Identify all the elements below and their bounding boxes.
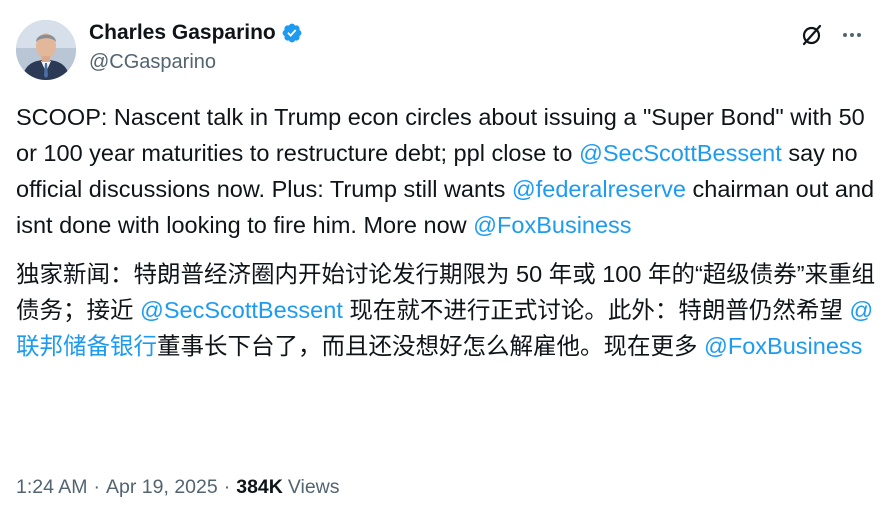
author-handle[interactable]: @CGasparino (89, 51, 216, 74)
mention-link[interactable]: @SecScottBessent (140, 297, 343, 323)
tweet-meta: 1:24 AM · Apr 19, 2025 · 384K Views (16, 476, 340, 499)
tweet-date[interactable]: Apr 19, 2025 (106, 476, 218, 499)
views-label: Views (287, 476, 340, 498)
grok-icon[interactable] (799, 22, 825, 48)
more-icon[interactable] (838, 22, 866, 48)
tweet-text: SCOOP: Nascent talk in Trump econ circle… (16, 99, 878, 364)
tweet: Charles Gasparino @CGasparino SCOOP: Nas… (0, 0, 895, 516)
meta-separator: · (93, 476, 101, 498)
mention-link[interactable]: @SecScottBessent (579, 140, 782, 166)
tweet-text-segment: 董事长下台了，而且还没想好怎么解雇他。现在更多 (157, 333, 705, 359)
verified-badge-icon[interactable] (281, 22, 303, 44)
author-display-name[interactable]: Charles Gasparino (89, 21, 276, 45)
views-count: 384K (236, 476, 283, 498)
tweet-text-english: SCOOP: Nascent talk in Trump econ circle… (16, 99, 878, 243)
tweet-time[interactable]: 1:24 AM (16, 476, 88, 499)
author-name-row: Charles Gasparino (89, 20, 303, 46)
mention-link[interactable]: @federalreserve (512, 176, 686, 202)
mention-link[interactable]: @FoxBusiness (473, 212, 631, 238)
mention-link[interactable]: @FoxBusiness (704, 333, 862, 359)
tweet-text-chinese: 独家新闻：特朗普经济圈内开始讨论发行期限为 50 年或 100 年的“超级债券”… (16, 256, 878, 364)
meta-separator: · (223, 476, 231, 498)
tweet-text-segment: 现在就不进行正式讨论。此外：特朗普仍然希望 (342, 297, 850, 323)
avatar[interactable] (16, 20, 76, 80)
